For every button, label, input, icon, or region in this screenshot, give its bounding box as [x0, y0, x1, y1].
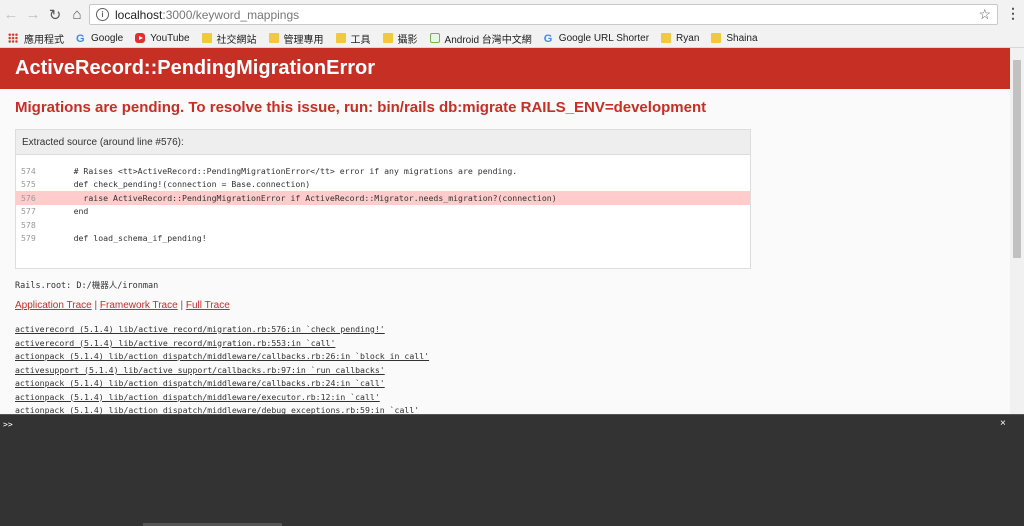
- line-number: 576: [21, 192, 36, 203]
- bookmark-item[interactable]: Shaina: [711, 32, 758, 44]
- bookmark-item[interactable]: 攝影: [382, 31, 418, 46]
- console-close-icon[interactable]: ×: [1000, 418, 1006, 429]
- source-line: 579 def load_schema_if_pending!: [16, 232, 750, 246]
- bookmark-label: YouTube: [150, 32, 190, 44]
- error-message: Migrations are pending. To resolve this …: [15, 99, 707, 116]
- line-number: 575: [21, 179, 36, 190]
- error-header: ActiveRecord::PendingMigrationError: [0, 48, 1010, 89]
- folder-icon: [201, 33, 212, 43]
- reload-icon[interactable]: ↻: [44, 4, 66, 26]
- google-icon: G: [76, 33, 85, 45]
- application-trace-link[interactable]: Application Trace: [15, 300, 92, 311]
- extracted-source: Extracted source (around line #576): 574…: [15, 129, 751, 269]
- folder-icon: [335, 33, 346, 43]
- apps-grid-icon: [8, 33, 18, 43]
- bookmark-item[interactable]: G Google: [76, 32, 124, 46]
- trace-separator: |: [94, 300, 98, 311]
- line-number: 577: [21, 206, 36, 217]
- bookmark-label: 管理專用: [283, 34, 324, 46]
- source-title: Extracted source (around line #576):: [16, 130, 750, 155]
- trace-line[interactable]: actionpack (5.1.4) lib/action_dispatch/m…: [15, 405, 429, 414]
- folder-icon: [711, 33, 722, 43]
- error-title: ActiveRecord::PendingMigrationError: [15, 57, 376, 79]
- bookmark-label: Google: [91, 32, 124, 44]
- url-bar[interactable]: i localhost:3000/keyword_mappings ☆: [89, 4, 998, 25]
- bookmark-item[interactable]: Android 台灣中文網: [429, 31, 532, 46]
- bookmark-label: Ryan: [676, 32, 700, 44]
- browser-toolbar: ← → ↻ ⌂ i localhost:3000/keyword_mapping…: [0, 0, 1024, 29]
- bookmark-item[interactable]: 應用程式: [0, 31, 64, 46]
- source-line: 578: [16, 218, 750, 232]
- source-line: 575 def check_pending!(connection = Base…: [16, 178, 750, 192]
- line-code: def load_schema_if_pending!: [44, 233, 207, 244]
- trace-line[interactable]: actionpack (5.1.4) lib/action_dispatch/m…: [15, 378, 429, 392]
- bookmark-label: 應用程式: [24, 34, 64, 46]
- trace-line[interactable]: actionpack (5.1.4) lib/action_dispatch/m…: [15, 351, 429, 365]
- trace-line[interactable]: activerecord (5.1.4) lib/active_record/m…: [15, 324, 429, 338]
- web-console[interactable]: >> ×: [0, 414, 1024, 526]
- bookmark-item[interactable]: Ryan: [661, 33, 699, 44]
- bookmark-label: 攝影: [397, 34, 418, 46]
- line-code: # Raises <tt>ActiveRecord::PendingMigrat…: [44, 165, 518, 176]
- info-icon[interactable]: i: [96, 8, 109, 21]
- full-trace-link[interactable]: Full Trace: [186, 300, 230, 311]
- error-page: ActiveRecord::PendingMigrationError Migr…: [0, 48, 1010, 414]
- bookmark-item[interactable]: 工具: [335, 31, 371, 46]
- page-scrollbar[interactable]: [1010, 48, 1024, 414]
- source-code: 574 # Raises <tt>ActiveRecord::PendingMi…: [16, 155, 750, 245]
- bookmark-label: Android 台灣中文網: [444, 34, 532, 46]
- line-number: 578: [21, 219, 36, 230]
- trace-line[interactable]: activerecord (5.1.4) lib/active_record/m…: [15, 338, 429, 352]
- youtube-icon: [135, 33, 146, 43]
- trace-line[interactable]: activesupport (5.1.4) lib/active_support…: [15, 365, 429, 379]
- bookmark-star-icon[interactable]: ☆: [978, 6, 991, 23]
- bookmark-item[interactable]: G Google URL Shorter: [543, 32, 650, 46]
- trace-line[interactable]: actionpack (5.1.4) lib/action_dispatch/m…: [15, 392, 429, 406]
- trace-list: activerecord (5.1.4) lib/active_record/m…: [15, 324, 429, 414]
- bookmark-label: 工具: [350, 34, 371, 46]
- highlighted-source-line: 576 raise ActiveRecord::PendingMigration…: [16, 191, 750, 205]
- bookmark-item[interactable]: 社交網站: [201, 31, 257, 46]
- line-number: 574: [21, 165, 36, 176]
- framework-trace-link[interactable]: Framework Trace: [100, 300, 178, 311]
- bookmarks-bar: 應用程式 G Google YouTube 社交網站 管理專用 工具 攝影 Android 台灣…: [0, 29, 1024, 48]
- bookmark-label: 社交網站: [216, 34, 257, 46]
- line-code: end: [44, 206, 89, 217]
- bookmark-label: Google URL Shorter: [558, 32, 650, 44]
- folder-icon: [661, 33, 672, 43]
- folder-icon: [382, 33, 393, 43]
- folder-icon: [268, 33, 279, 43]
- bookmark-item[interactable]: YouTube: [135, 32, 190, 44]
- forward-arrow-icon[interactable]: →: [22, 4, 44, 26]
- browser-menu-icon[interactable]: ⋮: [1006, 5, 1020, 22]
- scrollbar-thumb[interactable]: [1013, 60, 1021, 258]
- google-icon: G: [543, 33, 553, 45]
- home-icon[interactable]: ⌂: [66, 4, 88, 26]
- trace-tabs: Application Trace | Framework Trace | Fu…: [15, 300, 230, 311]
- console-prompt: >>: [3, 420, 13, 429]
- bookmark-item[interactable]: 管理專用: [268, 31, 324, 46]
- trace-separator: |: [180, 300, 184, 311]
- url-path: :3000/keyword_mappings: [162, 7, 300, 22]
- bookmark-label: Shaina: [726, 32, 758, 44]
- source-line: 577 end: [16, 205, 750, 219]
- android-icon: [429, 33, 440, 43]
- source-line: 574 # Raises <tt>ActiveRecord::PendingMi…: [16, 164, 750, 178]
- line-number: 579: [21, 233, 36, 244]
- back-arrow-icon[interactable]: ←: [0, 4, 22, 26]
- line-code: raise ActiveRecord::PendingMigrationErro…: [44, 192, 557, 203]
- line-code: def check_pending!(connection = Base.con…: [44, 179, 311, 190]
- rails-root: Rails.root: D:/機器人/ironman: [15, 281, 159, 291]
- url-host: localhost: [115, 7, 163, 22]
